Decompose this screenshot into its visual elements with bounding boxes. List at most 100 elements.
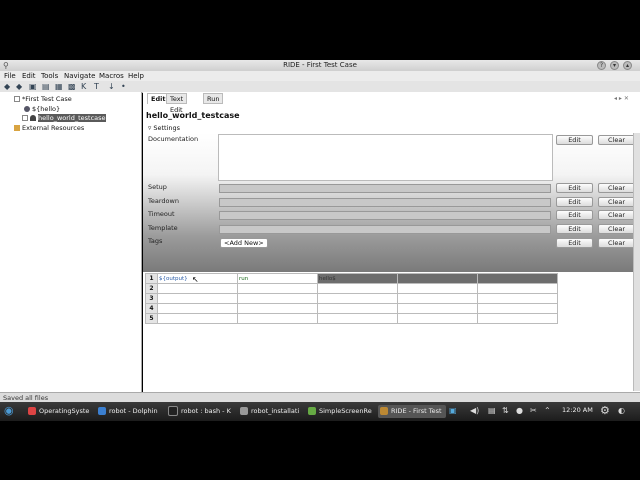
grid-cell[interactable] — [317, 293, 398, 304]
grid-cell[interactable] — [237, 293, 318, 304]
run-icon[interactable]: T — [94, 82, 99, 91]
table-row: 5 — [145, 313, 558, 324]
open-icon[interactable]: ▣ — [29, 82, 37, 91]
tree-item-variable[interactable]: ${hello} — [24, 105, 60, 113]
menu-file[interactable]: File — [4, 72, 16, 80]
timeout-edit-button[interactable]: Edit — [556, 210, 593, 220]
timeout-clear-button[interactable]: Clear — [598, 210, 635, 220]
grid-cell[interactable] — [317, 283, 398, 294]
row-header[interactable]: 5 — [145, 313, 158, 324]
start-menu-icon[interactable]: ◉ — [4, 404, 14, 417]
chevron-up-icon[interactable]: ⌃ — [544, 406, 551, 415]
documentation-field[interactable] — [218, 134, 553, 181]
settings-toggle[interactable]: ▿ Settings — [148, 124, 180, 132]
menu-tools[interactable]: Tools — [41, 72, 58, 80]
forward-icon[interactable]: ◆ — [16, 82, 22, 91]
grid-cell[interactable] — [157, 303, 238, 314]
template-clear-button[interactable]: Clear — [598, 224, 635, 234]
tab-nav-icon[interactable]: ◂ ▸ ✕ — [614, 95, 629, 102]
refresh-icon[interactable]: • — [121, 82, 126, 91]
system-menu-icon[interactable]: ◐ — [618, 406, 625, 415]
setup-edit-button[interactable]: Edit — [556, 183, 593, 193]
update-icon[interactable]: ● — [516, 406, 523, 415]
back-icon[interactable]: ◆ — [4, 82, 10, 91]
checkbox-icon[interactable] — [14, 96, 20, 102]
grid-cell[interactable] — [237, 313, 318, 324]
gear-icon[interactable]: ⚙ — [600, 404, 610, 417]
template-field[interactable] — [219, 225, 551, 234]
documentation-edit-button[interactable]: Edit — [556, 135, 593, 145]
row-header[interactable]: 2 — [145, 283, 158, 294]
grid-cell[interactable] — [237, 283, 318, 294]
grid-cell[interactable] — [477, 293, 558, 304]
setup-field[interactable] — [219, 184, 551, 193]
volume-icon[interactable]: ◀) — [470, 406, 479, 415]
grid-cell[interactable] — [397, 283, 478, 294]
terminal-tray-icon[interactable]: ▣ — [449, 406, 457, 415]
maximize-button[interactable]: ▴ — [623, 61, 632, 70]
teardown-clear-button[interactable]: Clear — [598, 197, 635, 207]
clipboard-icon[interactable]: ▤ — [488, 406, 496, 415]
task-item[interactable]: robot_installati — [240, 405, 302, 418]
search-keyword-icon[interactable]: K — [81, 82, 86, 91]
tree-item-external-resources[interactable]: External Resources — [14, 124, 84, 132]
settings-tray-icon[interactable]: ✂ — [530, 406, 537, 415]
menu-edit[interactable]: Edit — [22, 72, 36, 80]
grid-cell[interactable] — [397, 293, 478, 304]
teardown-edit-button[interactable]: Edit — [556, 197, 593, 207]
grid-cell[interactable] — [397, 273, 478, 284]
template-edit-button[interactable]: Edit — [556, 224, 593, 234]
grid-cell[interactable] — [157, 313, 238, 324]
menu-macros[interactable]: Macros — [99, 72, 124, 80]
grid-cell-error[interactable]: hello$ — [317, 273, 398, 284]
documentation-clear-button[interactable]: Clear — [598, 135, 635, 145]
vertical-scrollbar[interactable] — [633, 133, 640, 391]
task-item[interactable]: robot : bash - K — [168, 405, 236, 418]
documentation-label: Documentation — [148, 135, 199, 143]
grid-cell[interactable] — [237, 303, 318, 314]
grid-cell[interactable] — [477, 273, 558, 284]
grid-cell[interactable] — [317, 303, 398, 314]
tree-item-testcase[interactable]: hello_world_testcase — [22, 114, 106, 122]
grid-cell[interactable] — [397, 313, 478, 324]
teardown-field[interactable] — [219, 198, 551, 207]
tab-text-edit[interactable]: Text Edit — [166, 93, 188, 114]
task-item[interactable]: OperatingSyste — [28, 405, 90, 418]
row-header[interactable]: 3 — [145, 293, 158, 304]
clock[interactable]: 12:20 AM — [562, 406, 593, 414]
grid-cell[interactable] — [477, 283, 558, 294]
checkbox-icon[interactable] — [22, 115, 28, 121]
tags-clear-button[interactable]: Clear — [598, 238, 635, 248]
grid-cell[interactable] — [397, 303, 478, 314]
task-item[interactable]: SimpleScreenRe — [308, 405, 374, 418]
grid-cell[interactable] — [477, 313, 558, 324]
tags-edit-button[interactable]: Edit — [556, 238, 593, 248]
menu-help[interactable]: Help — [128, 72, 144, 80]
ride-icon — [380, 407, 388, 415]
timeout-field[interactable] — [219, 211, 551, 220]
add-new-tag-button[interactable]: <Add New> — [220, 238, 268, 248]
grid-cell[interactable]: run — [237, 273, 318, 284]
test-case-title: hello_world_testcase — [146, 111, 240, 120]
save-icon[interactable]: ▦ — [55, 82, 63, 91]
grid-cell[interactable] — [157, 283, 238, 294]
network-icon[interactable]: ⇅ — [502, 406, 509, 415]
tree-item-root[interactable]: *First Test Case — [14, 95, 72, 103]
menu-navigate[interactable]: Navigate — [64, 72, 95, 80]
variable-icon — [24, 106, 30, 112]
row-header[interactable]: 4 — [145, 303, 158, 314]
save-all-icon[interactable]: ▩ — [68, 82, 76, 91]
grid-cell[interactable] — [317, 313, 398, 324]
row-header[interactable]: 1 — [145, 273, 158, 284]
window-titlebar[interactable]: ⚲ RIDE - First Test Case ? ▾ ▴ — [0, 60, 640, 71]
setup-clear-button[interactable]: Clear — [598, 183, 635, 193]
help-window-button[interactable]: ? — [597, 61, 606, 70]
task-item[interactable]: robot - Dolphin — [98, 405, 162, 418]
tab-run[interactable]: Run — [203, 93, 224, 104]
grid-cell[interactable] — [157, 293, 238, 304]
folder-icon[interactable]: ▤ — [42, 82, 50, 91]
stop-icon[interactable]: ↓ — [108, 82, 115, 91]
minimize-button[interactable]: ▾ — [610, 61, 619, 70]
grid-cell[interactable] — [477, 303, 558, 314]
task-item-active[interactable]: RIDE - First Test — [378, 405, 446, 418]
